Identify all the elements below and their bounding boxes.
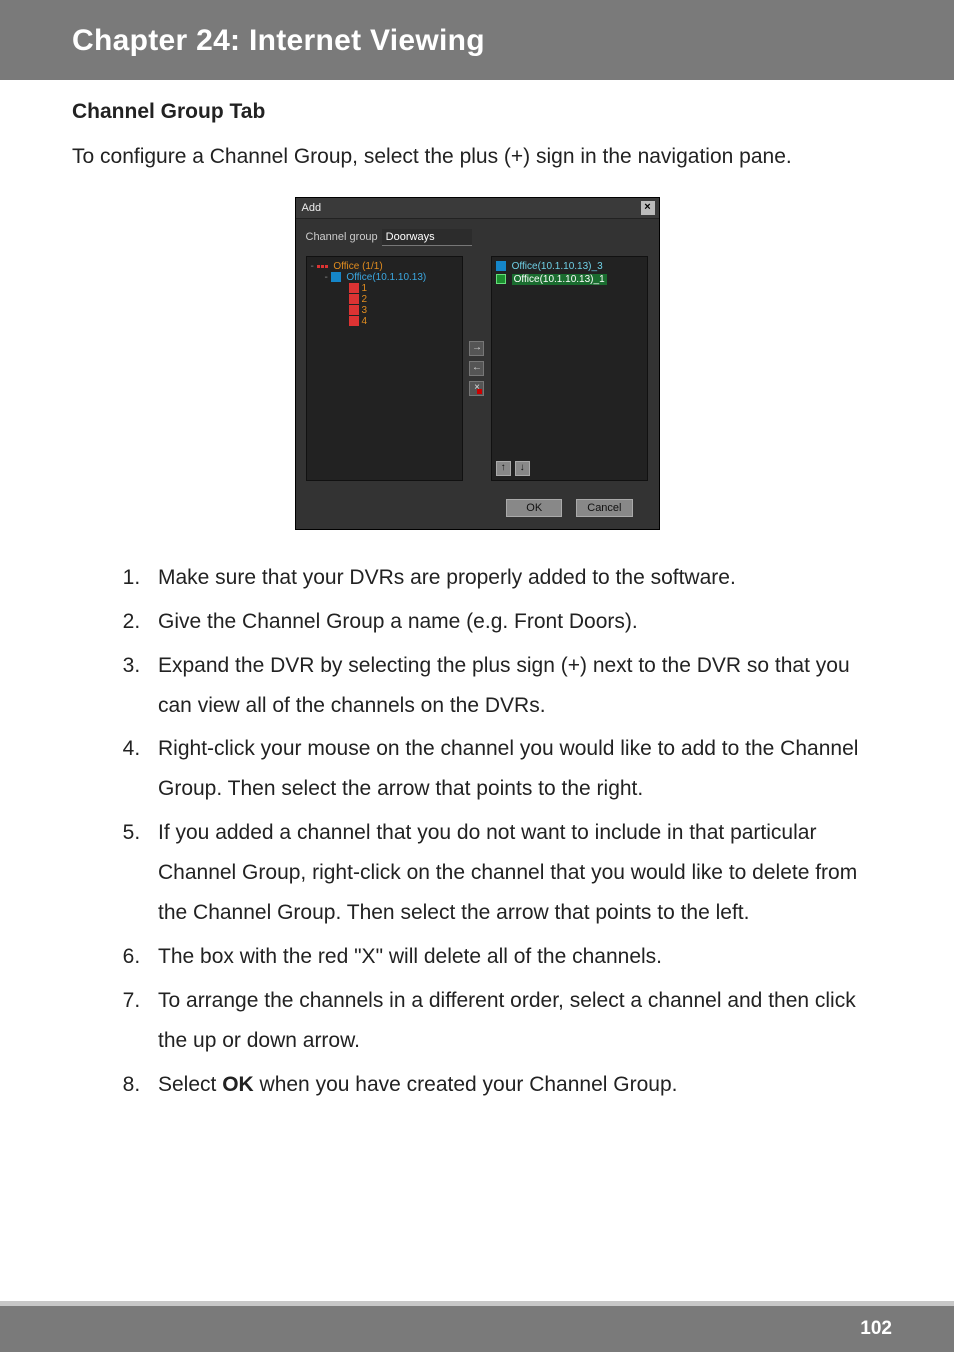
- tree-cam: 2: [349, 294, 459, 305]
- step-item: Right-click your mouse on the channel yo…: [146, 729, 882, 809]
- add-dialog: Add × Channel group Doorways -: [295, 197, 660, 530]
- intro-paragraph: To configure a Channel Group, select the…: [72, 138, 882, 177]
- step-item: Make sure that your DVRs are properly ad…: [146, 558, 882, 598]
- channel-group-input[interactable]: Doorways: [382, 229, 472, 246]
- chapter-title: Chapter 24: Internet Viewing: [72, 24, 954, 58]
- channel-group-value: Doorways: [386, 231, 435, 243]
- cancel-button[interactable]: Cancel: [576, 499, 632, 517]
- camera-icon: [349, 283, 359, 293]
- move-down-button[interactable]: ↓: [515, 461, 530, 476]
- list-item: Office(10.1.10.13)_1: [496, 274, 644, 285]
- arrow-right-icon: →: [472, 343, 482, 353]
- channel-group-label: Channel group: [306, 231, 378, 243]
- step-item: The box with the red "X" will delete all…: [146, 937, 882, 977]
- step-item: If you added a channel that you do not w…: [146, 813, 882, 933]
- tree-cam: 3: [349, 305, 459, 316]
- step-item: To arrange the channels in a different o…: [146, 981, 882, 1061]
- step-item: Give the Channel Group a name (e.g. Fron…: [146, 602, 882, 642]
- group-icon: [317, 265, 328, 268]
- camera-icon: [496, 261, 506, 271]
- arrow-down-icon: ↓: [520, 463, 525, 473]
- page-footer: 102: [0, 1306, 954, 1352]
- dialog-titlebar: Add ×: [296, 198, 659, 219]
- dvr-icon: [331, 272, 341, 282]
- close-icon[interactable]: ×: [641, 201, 655, 215]
- tree-cam: 1: [349, 283, 459, 294]
- camera-icon: [496, 274, 506, 284]
- screenshot: Add × Channel group Doorways -: [72, 197, 882, 530]
- camera-icon: [349, 305, 359, 315]
- camera-icon: [349, 294, 359, 304]
- tree-root: - Office (1/1): [311, 261, 459, 272]
- chapter-header: Chapter 24: Internet Viewing: [0, 0, 954, 80]
- arrow-left-icon: ←: [472, 363, 482, 373]
- selected-list[interactable]: Office(10.1.10.13)_3 Office(10.1.10.13)_…: [491, 256, 649, 481]
- add-right-button[interactable]: →: [469, 341, 484, 356]
- steps-list: Make sure that your DVRs are properly ad…: [72, 558, 882, 1105]
- arrow-up-icon: ↑: [501, 463, 506, 473]
- ok-button[interactable]: OK: [506, 499, 562, 517]
- page-number: 102: [860, 1318, 892, 1340]
- move-up-button[interactable]: ↑: [496, 461, 511, 476]
- step-item: Select OK when you have created your Cha…: [146, 1065, 882, 1105]
- section-title: Channel Group Tab: [72, 100, 882, 124]
- step-item: Expand the DVR by selecting the plus sig…: [146, 646, 882, 726]
- clear-x-icon: ×: [474, 383, 480, 393]
- camera-icon: [349, 316, 359, 326]
- remove-left-button[interactable]: ←: [469, 361, 484, 376]
- dialog-title: Add: [302, 202, 322, 214]
- tree-cam: 4: [349, 316, 459, 327]
- tree-dvr: - Office(10.1.10.13): [325, 272, 459, 283]
- clear-all-button[interactable]: ×: [469, 381, 484, 396]
- list-item: Office(10.1.10.13)_3: [496, 261, 644, 272]
- source-tree[interactable]: - Office (1/1) - Office(10.1.10.13) 1 2: [306, 256, 464, 481]
